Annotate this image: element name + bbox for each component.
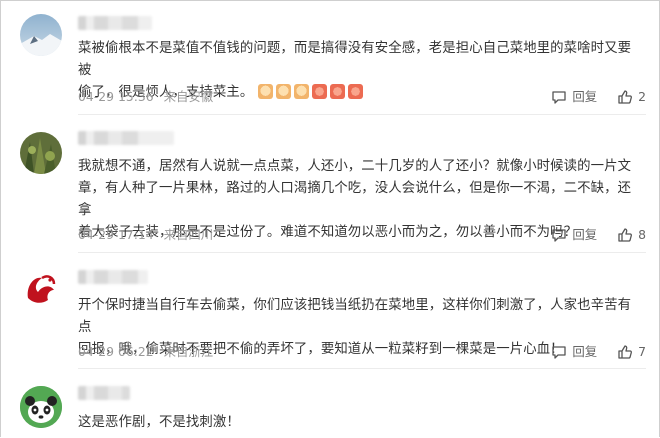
comment-divider xyxy=(78,368,646,369)
username-blurred[interactable] xyxy=(78,131,174,145)
comment-date: 04-29 15:36 xyxy=(78,89,154,104)
user-avatar[interactable] xyxy=(20,132,62,174)
comment-meta: 04-29 06:22 来自浙江 xyxy=(78,342,213,362)
like-button[interactable]: 2 xyxy=(617,87,646,107)
thumbs-up-icon xyxy=(618,228,633,242)
user-avatar[interactable] xyxy=(20,386,62,428)
comment-meta: 04-29 15:36 来自安徽 xyxy=(78,87,213,107)
comment-location: 来自安徽 xyxy=(163,89,214,104)
thumbs-up-icon xyxy=(618,345,633,359)
username-blurred[interactable] xyxy=(78,16,152,30)
comment-location: 来自四川 xyxy=(163,227,214,242)
thumbs-up-icon xyxy=(618,90,633,104)
reply-button[interactable]: 回复 xyxy=(551,225,597,245)
comment-date: 04-29 17:14 xyxy=(78,227,154,242)
username-blurred[interactable] xyxy=(78,386,130,400)
comment-icon xyxy=(552,91,566,104)
username-blurred[interactable] xyxy=(78,270,148,284)
comment-icon xyxy=(552,346,566,359)
user-avatar[interactable] xyxy=(20,14,62,56)
like-button[interactable]: 7 xyxy=(617,342,646,362)
comment-date: 04-29 06:22 xyxy=(78,344,154,359)
thumbs-up-icon xyxy=(275,84,291,99)
pray-icon xyxy=(311,84,327,99)
comment-meta: 04-29 17:14 来自四川 xyxy=(78,225,213,245)
comment-text: 这是恶作剧，不是找刺激！ xyxy=(78,415,240,430)
pray-icon xyxy=(347,84,363,99)
like-button[interactable]: 8 xyxy=(617,225,646,245)
thumbs-up-icon xyxy=(293,84,309,99)
comment-location: 来自浙江 xyxy=(163,344,214,359)
reply-button[interactable]: 回复 xyxy=(551,342,597,362)
user-avatar[interactable] xyxy=(20,268,62,310)
comment-divider xyxy=(78,114,646,115)
reply-button[interactable]: 回复 xyxy=(551,87,597,107)
comment-icon xyxy=(552,229,566,242)
pray-icon xyxy=(329,84,345,99)
comment-divider xyxy=(78,252,646,253)
thumbs-up-icon xyxy=(257,84,273,99)
